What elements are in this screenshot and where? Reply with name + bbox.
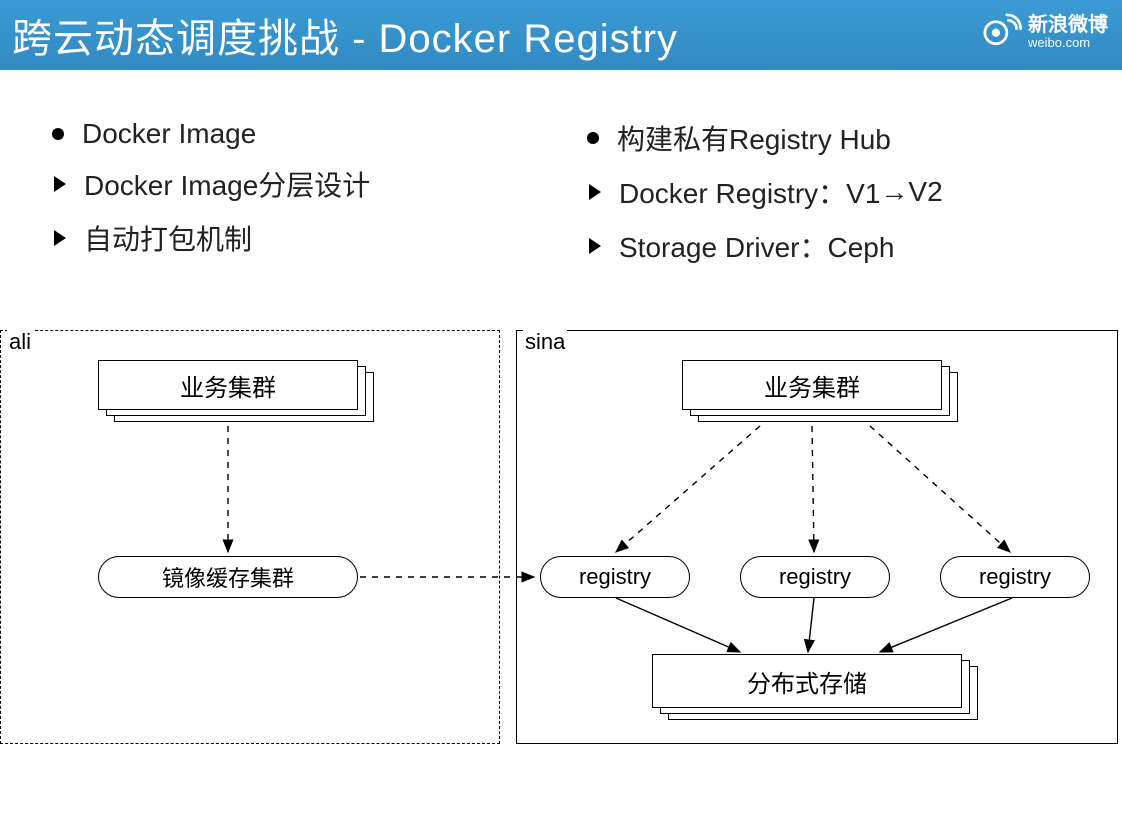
registry-node-2: registry	[740, 556, 890, 598]
logo-text-cn: 新浪微博	[1028, 15, 1108, 36]
bullet-auto-packaging: 自动打包机制	[52, 218, 547, 258]
weibo-eye-icon	[978, 8, 1022, 57]
architecture-diagram: ali sina 业务集群 镜像缓存集群 业务集群 registry regis…	[0, 330, 1122, 760]
arrow-right-icon: →	[880, 176, 908, 208]
left-column: Docker Image Docker Image分层设计 自动打包机制	[52, 118, 547, 280]
bullet-private-registry: 构建私有Registry Hub	[587, 118, 1082, 158]
ali-label: ali	[7, 329, 33, 355]
slide-title: 跨云动态调度挑战 - Docker Registry	[12, 6, 678, 64]
bullet-docker-image: Docker Image	[52, 118, 547, 150]
weibo-logo: 新浪微博 weibo.com	[978, 8, 1108, 57]
slide-header: 跨云动态调度挑战 - Docker Registry 新浪微博 weibo.co…	[0, 0, 1122, 70]
bullet-storage-driver: Storage Driver：Ceph	[587, 226, 1082, 266]
logo-text-en: weibo.com	[1028, 36, 1108, 50]
sina-label: sina	[523, 329, 567, 355]
bullet-columns: Docker Image Docker Image分层设计 自动打包机制 构建私…	[0, 70, 1122, 280]
registry-node-1: registry	[540, 556, 690, 598]
registry-node-3: registry	[940, 556, 1090, 598]
distributed-storage: 分布式存储	[652, 654, 982, 728]
cache-cluster: 镜像缓存集群	[98, 556, 358, 598]
bullet-layered-design: Docker Image分层设计	[52, 164, 547, 204]
bullet-registry-version: Docker Registry：V1 → V2	[587, 172, 1082, 212]
right-column: 构建私有Registry Hub Docker Registry：V1 → V2…	[587, 118, 1082, 280]
sina-business-cluster: 业务集群	[682, 360, 962, 430]
ali-business-cluster: 业务集群	[98, 360, 378, 430]
